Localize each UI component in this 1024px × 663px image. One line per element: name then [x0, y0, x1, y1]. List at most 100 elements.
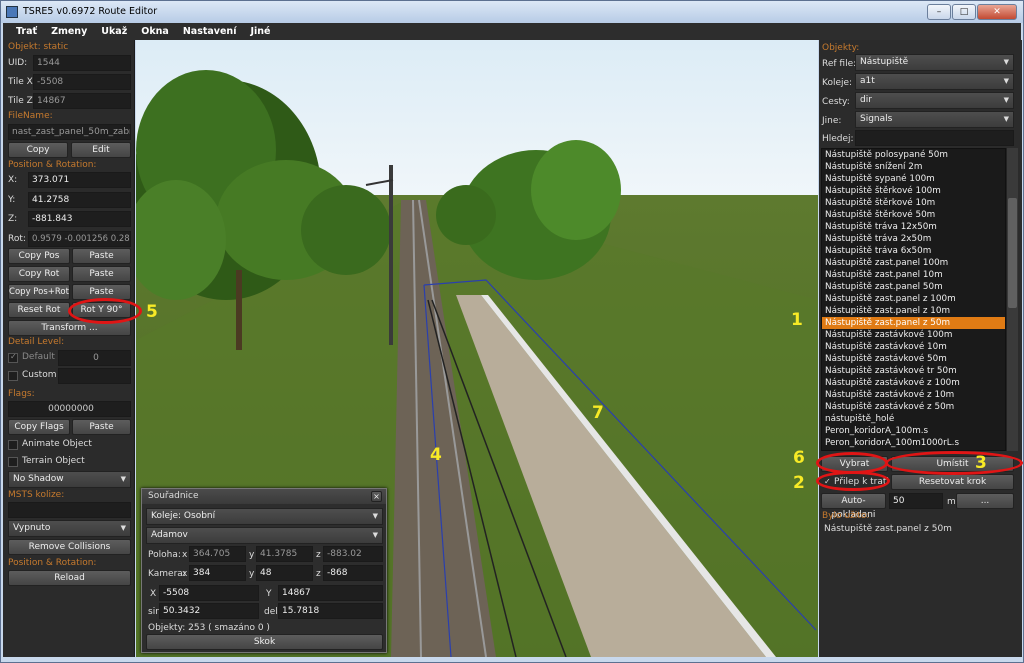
- object-list-item[interactable]: Peron_koridorA_100m1000rL.s: [822, 437, 1005, 449]
- tile-x-coord-field[interactable]: -5508: [159, 585, 259, 601]
- paste-pos-button[interactable]: Paste: [72, 248, 131, 264]
- default-detail-value[interactable]: 0: [58, 350, 131, 366]
- object-list-item[interactable]: Nástupiště zast.panel 50m: [822, 281, 1005, 293]
- paste-rot-button[interactable]: Paste: [72, 266, 131, 282]
- tile-z-field[interactable]: 14867: [33, 93, 131, 109]
- ref-file-select[interactable]: Nástupiště: [855, 54, 1014, 71]
- custom-checkbox[interactable]: [8, 371, 18, 381]
- minimize-button[interactable]: –: [927, 4, 951, 20]
- kamera-y-label: y: [249, 569, 255, 579]
- more-options-button[interactable]: ...: [956, 493, 1014, 509]
- custom-detail-field[interactable]: [58, 368, 131, 384]
- msts-collision-field[interactable]: [8, 502, 131, 518]
- collision-select[interactable]: Vypnuto: [8, 520, 131, 537]
- copy-pos-button[interactable]: Copy Pos: [8, 248, 70, 264]
- poloha-y-field[interactable]: 41.3785: [256, 546, 313, 562]
- copy-pos-rot-button[interactable]: Copy Pos+Rot: [8, 284, 70, 300]
- object-list-item[interactable]: Nástupiště zastávkové tr 50m: [822, 365, 1005, 377]
- object-list-item[interactable]: Nástupiště zast.panel 10m: [822, 269, 1005, 281]
- object-list-item[interactable]: Nástupiště štěrkové 10m: [822, 197, 1005, 209]
- jine-label: Jine:: [822, 116, 842, 126]
- object-list-item[interactable]: Peron_koridorA_100m.s: [822, 425, 1005, 437]
- auto-placement-distance[interactable]: 50: [889, 493, 943, 509]
- del-field[interactable]: 15.7818: [278, 603, 383, 619]
- kamera-y-field[interactable]: 48: [256, 565, 313, 581]
- object-list-item[interactable]: Nástupiště sypané 100m: [822, 173, 1005, 185]
- skok-button[interactable]: Skok: [146, 634, 383, 650]
- menu-ukaz[interactable]: Ukaž: [94, 23, 134, 40]
- dialog-close-icon[interactable]: ×: [371, 491, 382, 502]
- object-list-item[interactable]: nástupiště_holé: [822, 413, 1005, 425]
- object-list-item[interactable]: Nástupiště zastávkové 50m: [822, 353, 1005, 365]
- reload-button[interactable]: Reload: [8, 570, 131, 586]
- search-input[interactable]: [855, 130, 1014, 146]
- object-list-item[interactable]: Nástupiště zastávkové z 100m: [822, 377, 1005, 389]
- cesty-select[interactable]: dir: [855, 92, 1014, 109]
- filename-field[interactable]: nast_zast_panel_50m_zabr.s: [8, 124, 131, 140]
- ref-file-label: Ref file:: [822, 59, 857, 69]
- menu-jine[interactable]: Jiné: [243, 23, 277, 40]
- object-list-item[interactable]: Nástupiště zast.panel 100m: [822, 257, 1005, 269]
- menu-okna[interactable]: Okna: [134, 23, 176, 40]
- paste-flags-button[interactable]: Paste: [72, 419, 131, 435]
- object-list-item[interactable]: Nástupiště zastávkové z 10m: [822, 389, 1005, 401]
- remove-collisions-button[interactable]: Remove Collisions: [8, 539, 131, 555]
- reset-step-button[interactable]: Resetovat krok: [891, 474, 1014, 490]
- koleje-select[interactable]: Koleje: Osobní: [146, 508, 383, 525]
- tile-y-coord-field[interactable]: 14867: [278, 585, 383, 601]
- maximize-button[interactable]: □: [952, 4, 976, 20]
- position-z-field[interactable]: -881.843: [28, 211, 131, 227]
- object-list-item[interactable]: Nástupiště zast.panel z 10m: [822, 305, 1005, 317]
- kamera-label: Kamera:: [148, 569, 186, 579]
- copy-flags-button[interactable]: Copy Flags: [8, 419, 70, 435]
- last-used-item[interactable]: Nástupiště zast.panel z 50m: [824, 524, 952, 534]
- object-browser-panel: Objekty: Ref file: Nástupiště Koleje: a1…: [819, 40, 1022, 657]
- station-select[interactable]: Adamov: [146, 527, 383, 544]
- position-x-field[interactable]: 373.071: [28, 172, 131, 188]
- position-y-field[interactable]: 41.2758: [28, 192, 131, 208]
- object-list-item[interactable]: Peron_koridorA_100m1000r.s: [822, 449, 1005, 450]
- uid-field[interactable]: 1544: [33, 55, 131, 71]
- sir-field[interactable]: 50.3432: [159, 603, 259, 619]
- scrollbar-thumb[interactable]: [1008, 198, 1017, 308]
- object-list-item[interactable]: Nástupiště tráva 2x50m: [822, 233, 1005, 245]
- koleje-right-select[interactable]: a1t: [855, 73, 1014, 90]
- object-type-label: Objekt: static: [8, 42, 69, 52]
- object-list-item[interactable]: Nástupiště zastávkové 10m: [822, 341, 1005, 353]
- object-list[interactable]: Nástupiště polosypané 50m Nástupiště sníž…: [821, 148, 1006, 451]
- copy-filename-button[interactable]: Copy: [8, 142, 68, 158]
- auto-placement-button[interactable]: Auto-pokladani: [821, 493, 886, 520]
- kamera-z-label: z: [316, 569, 321, 579]
- object-list-item[interactable]: Nástupiště zastávkové 100m: [822, 329, 1005, 341]
- object-list-scrollbar[interactable]: [1006, 148, 1018, 451]
- object-list-item[interactable]: Nástupiště tráva 12x50m: [822, 221, 1005, 233]
- object-list-item[interactable]: Nástupiště zast.panel z 50m: [822, 317, 1005, 329]
- menu-trat[interactable]: Trať: [9, 23, 44, 40]
- close-button[interactable]: ✕: [977, 4, 1017, 20]
- object-list-item[interactable]: Nástupiště polosypané 50m: [822, 149, 1005, 161]
- object-list-item[interactable]: Nástupiště zastávkové z 50m: [822, 401, 1005, 413]
- tile-x-field[interactable]: -5508: [33, 74, 131, 90]
- kamera-x-field[interactable]: 384: [189, 565, 246, 581]
- copy-rot-button[interactable]: Copy Rot: [8, 266, 70, 282]
- shadow-select[interactable]: No Shadow: [8, 471, 131, 488]
- object-list-item[interactable]: Nástupiště snížení 2m: [822, 161, 1005, 173]
- jine-select[interactable]: Signals: [855, 111, 1014, 128]
- object-list-item[interactable]: Nástupiště tráva 6x50m: [822, 245, 1005, 257]
- object-list-item[interactable]: Nástupiště zast.panel z 100m: [822, 293, 1005, 305]
- edit-button[interactable]: Edit: [71, 142, 131, 158]
- flags-field[interactable]: 00000000: [8, 401, 131, 417]
- menu-nastaveni[interactable]: Nastavení: [176, 23, 244, 40]
- poloha-z-field[interactable]: -883.02: [323, 546, 383, 562]
- kamera-z-field[interactable]: -868: [323, 565, 383, 581]
- terrain-object-checkbox[interactable]: [8, 457, 18, 467]
- poloha-x-field[interactable]: 364.705: [189, 546, 246, 562]
- animate-object-checkbox[interactable]: [8, 440, 18, 450]
- rotation-field[interactable]: 0.9579 -0.001256 0.2872: [28, 231, 131, 247]
- sir-label: sir: [148, 607, 159, 617]
- menu-zmeny[interactable]: Zmeny: [44, 23, 94, 40]
- reset-rot-button[interactable]: Reset Rot: [8, 302, 70, 318]
- object-list-item[interactable]: Nástupiště štěrkové 50m: [822, 209, 1005, 221]
- object-list-item[interactable]: Nástupiště štěrkové 100m: [822, 185, 1005, 197]
- coordinates-dialog: Souřadnice × Koleje: Osobní Adamov Poloh…: [141, 488, 387, 653]
